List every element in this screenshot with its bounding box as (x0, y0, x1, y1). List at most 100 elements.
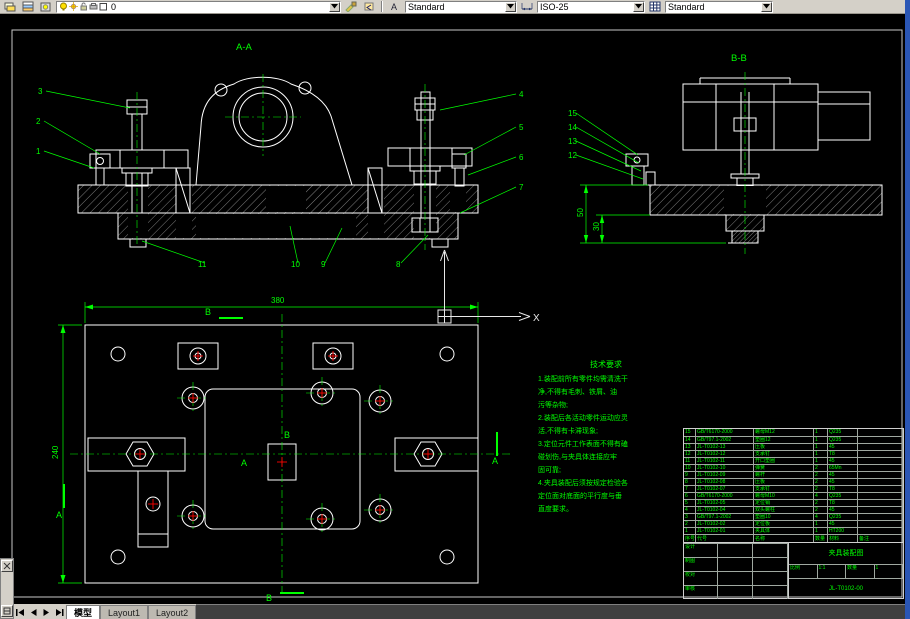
bom-cell: 11 (684, 457, 696, 464)
bom-row: 1 JL-T0102-01 夹具体 1 HT200 (684, 527, 903, 534)
bom-cell: 弹簧 (754, 464, 814, 471)
left-dock-toolbar (0, 558, 14, 619)
bom-cell: GB/T97.1-2002 (696, 513, 754, 520)
bom-cell (858, 450, 903, 457)
bom-cell: GB/T6170-2000 (696, 492, 754, 499)
bulb-on-icon (60, 2, 67, 11)
top-toolbar: 0 A Standard ISO-25 Standard (0, 0, 905, 14)
bom-cell: 6 (684, 492, 696, 499)
bom-cell: T8 (828, 450, 858, 457)
bom-cell: 双头螺柱 (754, 506, 814, 513)
dimensions (58, 184, 726, 584)
table-style-dropdown-arrow[interactable] (761, 1, 772, 12)
layer-previous-button[interactable] (361, 0, 377, 13)
tab-next-button[interactable] (40, 606, 53, 619)
layer-dropdown-arrow[interactable] (329, 1, 340, 12)
layer-manager-button[interactable] (20, 0, 36, 13)
sign-cell (718, 585, 753, 599)
bom-header-cell: 名称 (754, 534, 814, 542)
bom-cell: 4 (684, 506, 696, 513)
bom-cell: 1 (814, 443, 828, 450)
date-cell (753, 571, 788, 585)
first-tab-icon (16, 609, 24, 616)
dim-style-dropdown-arrow[interactable] (633, 1, 644, 12)
bom-header-cell: 数量 (814, 534, 828, 542)
bom-cell: 45 (828, 506, 858, 513)
bom-cell (858, 506, 903, 513)
text-style-dropdown-arrow[interactable] (505, 1, 516, 12)
bom-header-cell: 代号 (696, 534, 754, 542)
view-label-bb: B-B (731, 53, 747, 64)
table-style-value: Standard (668, 1, 705, 12)
bom-cell (858, 429, 903, 436)
text-style-dropdown[interactable]: Standard (405, 0, 517, 13)
bom-cell: HT200 (828, 527, 858, 534)
bom-header-cell: 序号 (684, 534, 696, 542)
dim-380: 380 (271, 296, 285, 305)
sun-icon (69, 2, 78, 11)
balloon-6: 6 (519, 153, 524, 162)
layer-dropdown[interactable]: 0 (56, 0, 341, 13)
drawing-title: 夹具装配图 (789, 543, 903, 565)
bom-cell (858, 443, 903, 450)
bom-row: 13 JL-T0102-13 压板 1 45 (684, 443, 903, 450)
layer-previous-icon (364, 2, 374, 11)
tab-first-button[interactable] (14, 606, 27, 619)
text-style-button[interactable]: A (387, 0, 403, 13)
bom-cell (858, 485, 903, 492)
layer-color-swatch (99, 3, 107, 11)
bom-cell: Q235 (828, 429, 858, 436)
bom-cell: 1 (814, 457, 828, 464)
bom-row: 14 GB/T97.1-2002 垫圈12 1 Q235 (684, 436, 903, 443)
balloon-numbers: 1 2 3 4 5 6 7 8 9 10 11 12 13 14 15 (36, 87, 577, 269)
bom-cell (858, 436, 903, 443)
bom-cell (858, 464, 903, 471)
unlock-icon (80, 2, 87, 11)
table-style-button[interactable] (647, 0, 663, 13)
table-style-dropdown[interactable]: Standard (665, 0, 773, 13)
bom-cell: 45 (828, 478, 858, 485)
layer-states-button[interactable] (38, 0, 54, 13)
chevron-down-icon (331, 4, 338, 9)
tab-layout2[interactable]: Layout2 (148, 605, 197, 619)
bom-cell: Q235 (828, 513, 858, 520)
bom-row: 5 JL-T0102-05 定位销 2 T8 (684, 499, 903, 506)
model-space-canvas[interactable]: 380 240 50 30 1 2 3 4 5 6 7 8 9 10 11 12… (0, 14, 905, 604)
bom-cell: 2 (814, 485, 828, 492)
sign-cell (718, 571, 753, 585)
title-block: 设计 制图 校对 审核 夹具装配图 比例 1:1 数量 1 JL-T0102-0… (684, 542, 903, 599)
bom-header: 序号 代号 名称 数量 材料 备注 (684, 534, 903, 542)
qty-label: 数量 (846, 565, 875, 578)
bom-rows: 15 GB/T6170-2000 螺母M12 1 Q235 14 GB/T97.1-2002… (684, 429, 903, 534)
bom-cell: JL-T0102-08 (696, 478, 754, 485)
next-tab-icon (43, 609, 49, 616)
section-cut-lines (63, 317, 498, 594)
make-layer-current-button[interactable] (2, 0, 18, 13)
note-line: 3.定位元件工作表面不得有磕 (538, 439, 628, 448)
tab-model[interactable]: 模型 (66, 605, 101, 619)
tab-layout1[interactable]: Layout1 (100, 605, 149, 619)
bom-cell: 15 (684, 429, 696, 436)
bom-cell (858, 527, 903, 534)
match-properties-button[interactable] (343, 0, 359, 13)
bom-cell: 7 (684, 485, 696, 492)
bom-cell: 夹具体 (754, 527, 814, 534)
dock-button-bottom[interactable] (1, 605, 13, 617)
tab-prev-button[interactable] (27, 606, 40, 619)
bom-cell (858, 499, 903, 506)
bom-cell: 1 (814, 527, 828, 534)
dim-style-button[interactable] (519, 0, 535, 13)
dim-style-dropdown[interactable]: ISO-25 (537, 0, 645, 13)
bom-cell: Q235 (828, 492, 858, 499)
bom-cell: 2 (814, 471, 828, 478)
role-label: 审核 (684, 585, 718, 599)
plot-icon (89, 3, 98, 10)
balloon-15: 15 (568, 109, 577, 118)
bom-cell: 螺母M12 (754, 429, 814, 436)
tab-last-button[interactable] (53, 606, 66, 619)
dock-button-top[interactable] (1, 560, 13, 572)
bom-cell: 14 (684, 436, 696, 443)
balloon-13: 13 (568, 137, 577, 146)
title-block-info: 比例 1:1 数量 1 (789, 565, 903, 579)
layer-current-icon (4, 2, 16, 12)
